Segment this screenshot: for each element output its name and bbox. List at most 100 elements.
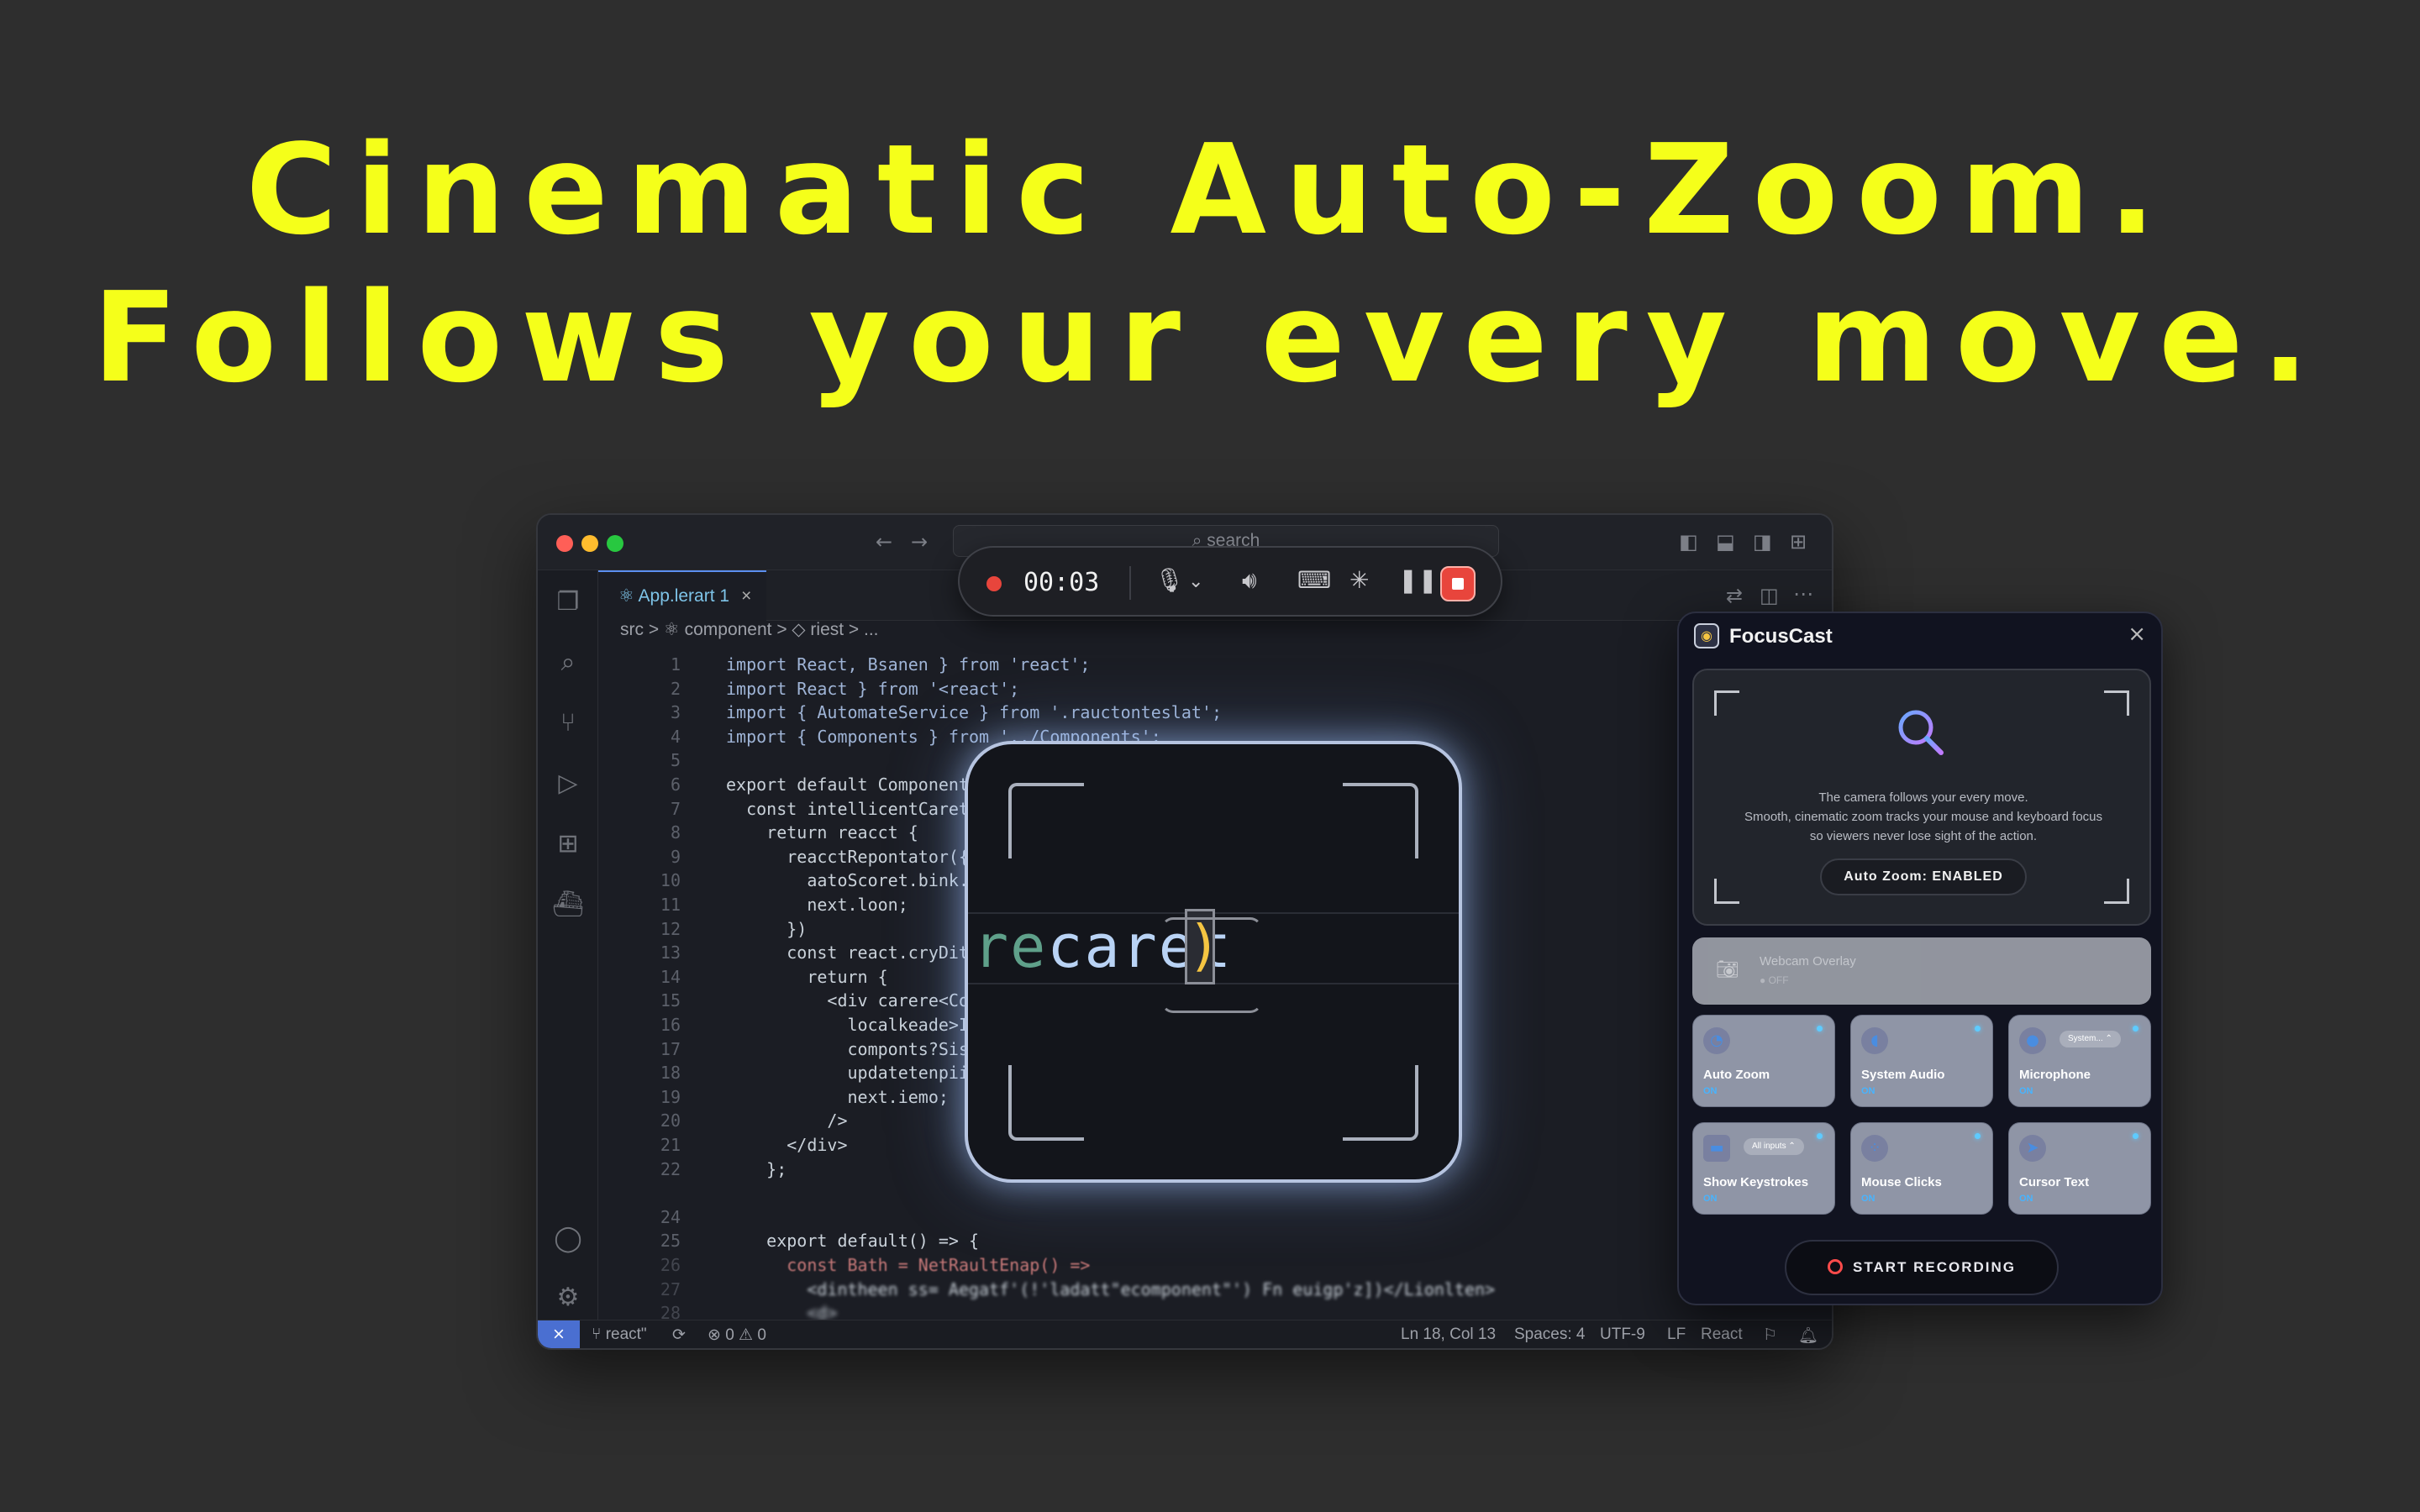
close-icon[interactable]: × <box>2128 622 2146 647</box>
toggle-panel-icon[interactable]: ⬓ <box>1716 530 1735 554</box>
tile-state: ON <box>1861 1194 1876 1204</box>
status-bar: ⨯ ⑂ react" ⟳ ⊗ 0 ⚠ 0 Ln 18, Col 13 Space… <box>538 1320 1832 1348</box>
account-icon[interactable]: ◯ <box>551 1222 585 1256</box>
code-line: }; <box>726 1158 787 1179</box>
mouse-clicks-tile[interactable]: ⁘ Mouse Clicks ON <box>1850 1122 1993 1215</box>
tile-name: Microphone <box>2019 1068 2091 1082</box>
show-keystrokes-tile[interactable]: ▬ All inputs ⌃ Show Keystrokes ON <box>1692 1122 1835 1215</box>
status-led <box>2133 1133 2139 1139</box>
explorer-icon[interactable]: ❐ <box>551 585 585 619</box>
magnifier-icon <box>1898 710 1944 755</box>
tab-close-icon[interactable]: × <box>741 586 751 606</box>
remote-indicator-icon[interactable]: ⨯ <box>538 1320 580 1348</box>
start-recording-button[interactable]: START RECORDING <box>1785 1240 2059 1295</box>
line-number: 9 <box>670 846 681 867</box>
frame-corner <box>2104 879 2129 904</box>
code-line: next.iemo; <box>726 1086 949 1107</box>
close-window-button[interactable] <box>556 535 573 552</box>
auto-zoom-hero-card: The camera follows your every move. Smoo… <box>1692 669 2151 926</box>
webcam-overlay-toggle[interactable]: 📷︎ Webcam Overlay ● OFF <box>1692 937 2151 1005</box>
click-effect-icon[interactable]: ✳ <box>1349 566 1369 594</box>
toggle-sidebar-icon[interactable]: ◧ <box>1679 530 1698 554</box>
microphone-icon: ● <box>2019 1027 2046 1054</box>
headline: Cinematic Auto-Zoom. Follows your every … <box>0 116 2420 412</box>
compare-icon[interactable]: ⇄ <box>1726 584 1743 607</box>
toggle-secondary-sidebar-icon[interactable]: ◨ <box>1753 530 1772 554</box>
sync-icon[interactable]: ⟳ <box>672 1326 686 1345</box>
line-number: 3 <box>670 702 681 723</box>
cursor-position[interactable]: Ln 18, Col 13 <box>1401 1326 1496 1344</box>
notifications-bell-icon[interactable]: 🔔︎ <box>1798 1326 1818 1346</box>
keyboard-icon[interactable]: ⌨ <box>1297 566 1331 594</box>
line-number: 7 <box>670 798 681 819</box>
code-line: <dintheen ss= Aegatf'(!'ladatt"ecomponen… <box>726 1278 1496 1299</box>
split-editor-icon[interactable]: ◫ <box>1760 584 1779 607</box>
indentation[interactable]: Spaces: 4 <box>1514 1326 1586 1344</box>
settings-gear-icon[interactable]: ⚙ <box>551 1281 585 1315</box>
auto-zoom-status-pill[interactable]: Auto Zoom: ENABLED <box>1820 858 2027 895</box>
focuscast-logo-icon: ◉ <box>1694 623 1719 648</box>
microphone-tile[interactable]: ● System... ⌃ Microphone ON <box>2008 1015 2151 1107</box>
chevron-down-icon[interactable]: ⌄ <box>1188 571 1203 592</box>
microphone-source-dropdown[interactable]: System... ⌃ <box>2060 1031 2121 1047</box>
breadcrumb[interactable]: src > ⚛ component > ◇ riest > ... <box>620 619 879 640</box>
problems-indicator[interactable]: ⊗ 0 ⚠ 0 <box>708 1326 766 1345</box>
microphone-icon[interactable]: 🎙︎ <box>1155 566 1185 594</box>
cursor-text-tile[interactable]: ➤ Cursor Text ON <box>2008 1122 2151 1215</box>
more-actions-icon[interactable]: ⋯ <box>1793 582 1813 606</box>
line-number: 21 <box>660 1135 681 1155</box>
tile-state: ON <box>1703 1086 1718 1096</box>
webcam-state: ● OFF <box>1760 974 1789 986</box>
auto-zoom-icon: ◔ <box>1703 1027 1730 1054</box>
frame-corner <box>1714 879 1739 904</box>
feedback-icon[interactable]: ⚐ <box>1763 1326 1777 1345</box>
language-mode[interactable]: React <box>1701 1326 1743 1344</box>
forward-arrow-icon[interactable]: → <box>911 530 928 554</box>
status-led <box>1817 1133 1823 1139</box>
line-number: 18 <box>660 1063 681 1084</box>
search-icon[interactable]: ⌕ <box>551 646 585 680</box>
line-ending[interactable]: LF <box>1667 1326 1686 1344</box>
keystrokes-mode-dropdown[interactable]: All inputs ⌃ <box>1744 1138 1804 1155</box>
headline-line-1: Cinematic Auto-Zoom. <box>245 118 2175 262</box>
speaker-icon[interactable]: 🔊︎ <box>1242 566 1257 595</box>
code-line: export default() => { <box>726 1231 980 1252</box>
divider <box>1129 566 1131 600</box>
line-number: 26 <box>660 1255 681 1275</box>
status-led <box>1817 1026 1823 1032</box>
branch-indicator[interactable]: ⑂ react" <box>592 1326 647 1344</box>
webcam-label: Webcam Overlay <box>1760 954 1856 969</box>
code-line: /> <box>726 1110 848 1131</box>
maximize-window-button[interactable] <box>607 535 623 552</box>
source-control-icon[interactable]: ⑂ <box>551 706 585 740</box>
run-debug-icon[interactable]: ▷ <box>551 767 585 801</box>
customize-layout-icon[interactable]: ⊞ <box>1790 530 1807 554</box>
line-number: 11 <box>660 895 681 915</box>
line-number: 8 <box>670 822 681 843</box>
branch-name: react" <box>605 1326 647 1343</box>
system-audio-tile[interactable]: ◖ System Audio ON <box>1850 1015 1993 1107</box>
tile-name: Mouse Clicks <box>1861 1175 1942 1189</box>
extensions-icon[interactable]: ⊞ <box>551 827 585 861</box>
tile-name: System Audio <box>1861 1068 1945 1082</box>
tile-name: Cursor Text <box>2019 1175 2090 1189</box>
code-line: next.loon; <box>726 895 908 915</box>
pause-icon[interactable]: ❚❚ <box>1398 566 1438 594</box>
minimize-window-button[interactable] <box>581 535 598 552</box>
frame-corner <box>1008 1065 1084 1141</box>
docker-icon[interactable]: ⛴ <box>551 888 585 921</box>
stop-recording-button[interactable] <box>1440 566 1476 601</box>
code-line: import React, Bsanen } from 'react'; <box>726 654 1091 675</box>
tile-state: ON <box>1703 1194 1718 1204</box>
recording-timer: 00:03 <box>1023 568 1100 597</box>
code-line: </div> <box>726 1135 848 1155</box>
frame-corner <box>1343 1065 1418 1141</box>
caret-focus-bracket <box>1161 917 1262 1013</box>
code-line: import { AutomateService } from '.raucto… <box>726 702 1223 723</box>
hero-line: Smooth, cinematic zoom tracks your mouse… <box>1744 810 2103 824</box>
auto-zoom-tile[interactable]: ◔ Auto Zoom ON <box>1692 1015 1835 1107</box>
back-arrow-icon[interactable]: ← <box>876 530 892 554</box>
encoding[interactable]: UTF-9 <box>1600 1326 1645 1344</box>
line-number: 24 <box>660 1206 681 1227</box>
tab-app-file[interactable]: ⚛ App.lerart 1 × <box>598 570 766 621</box>
